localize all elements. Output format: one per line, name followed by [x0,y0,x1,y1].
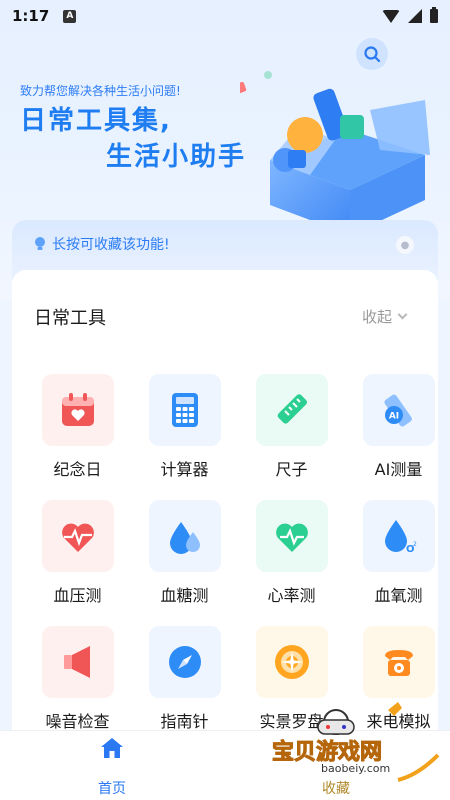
compass-icon [148,626,221,698]
tool-item-3[interactable]: AI AI测量 [345,374,450,480]
hero-title-line1: 日常工具集, [20,106,172,136]
tool-label: 血压测 [53,586,102,605]
tool-item-5[interactable]: 血糖测 [131,500,238,606]
tool-label: 血氧测 [374,586,423,605]
close-tip-button[interactable]: ● [396,236,414,254]
home-icon [101,738,123,758]
toolbox-illustration [240,71,430,235]
chevron-down-icon [397,309,408,320]
status-time: 1:17 [12,7,50,25]
tool-item-0[interactable]: 纪念日 [24,374,131,480]
heart-rate-icon [255,500,328,572]
tip-text: 长按可收藏该功能! [52,237,170,253]
calculator-icon [148,374,221,446]
notification-icon: A [63,9,77,23]
lightbulb-icon [35,237,45,250]
collapse-label: 收起 [362,308,393,326]
watermark-url: baobeiy.com [318,762,394,775]
luopan-icon [255,626,328,698]
status-icons [382,7,438,23]
tool-grid: 纪念日 计算器 尺子 AI AI测量 血压测 血糖测 心率测 O 2 血氧测 噪音检查 指南针 实景罗盘来… [24,374,435,732]
hero-title-line2: 生活小助手 [106,142,247,172]
collapse-button[interactable]: 收起 [362,306,408,327]
speaker-icon [41,626,114,698]
signal-icon [408,9,422,23]
tool-item-8[interactable]: 噪音检查 [24,626,131,732]
nav-home-label: 首页 [98,781,126,797]
tool-label: 指南针 [160,712,209,731]
heart-pulse-icon [41,500,114,572]
calendar-heart-icon [41,374,114,446]
svg-text:AI: AI [388,412,398,422]
tool-label: 纪念日 [53,460,102,479]
tool-label: 尺子 [275,460,308,479]
wifi-icon [382,9,400,23]
ai-ruler-icon: AI [362,374,435,446]
tool-item-6[interactable]: 心率测 [238,500,345,606]
tool-item-4[interactable]: 血压测 [24,500,131,606]
blood-drop-icon [148,500,221,572]
tool-label: AI测量 [374,460,423,479]
tool-label: 噪音检查 [45,712,110,731]
close-icon: ● [400,239,410,251]
tool-item-7[interactable]: O 2 血氧测 [345,500,450,606]
section-title: 日常工具 [34,308,106,329]
nav-home-button[interactable] [88,736,136,764]
status-bar: 1:17 A [0,0,450,32]
battery-icon [430,7,438,23]
tip-banner: 长按可收藏该功能! [34,234,170,254]
phone-icon [362,626,435,698]
tool-item-1[interactable]: 计算器 [131,374,238,480]
oxygen-drop-icon: O2 [362,500,435,572]
tool-label: 血糖测 [160,586,209,605]
hero-subtitle: 致力帮您解决各种生活小问题! [20,84,181,98]
svg-text:2: 2 [413,541,417,548]
tool-label: 计算器 [160,460,209,479]
tool-label: 心率测 [267,586,316,605]
tool-item-2[interactable]: 尺子 [238,374,345,480]
ruler-icon [255,374,328,446]
tool-item-9[interactable]: 指南针 [131,626,238,732]
